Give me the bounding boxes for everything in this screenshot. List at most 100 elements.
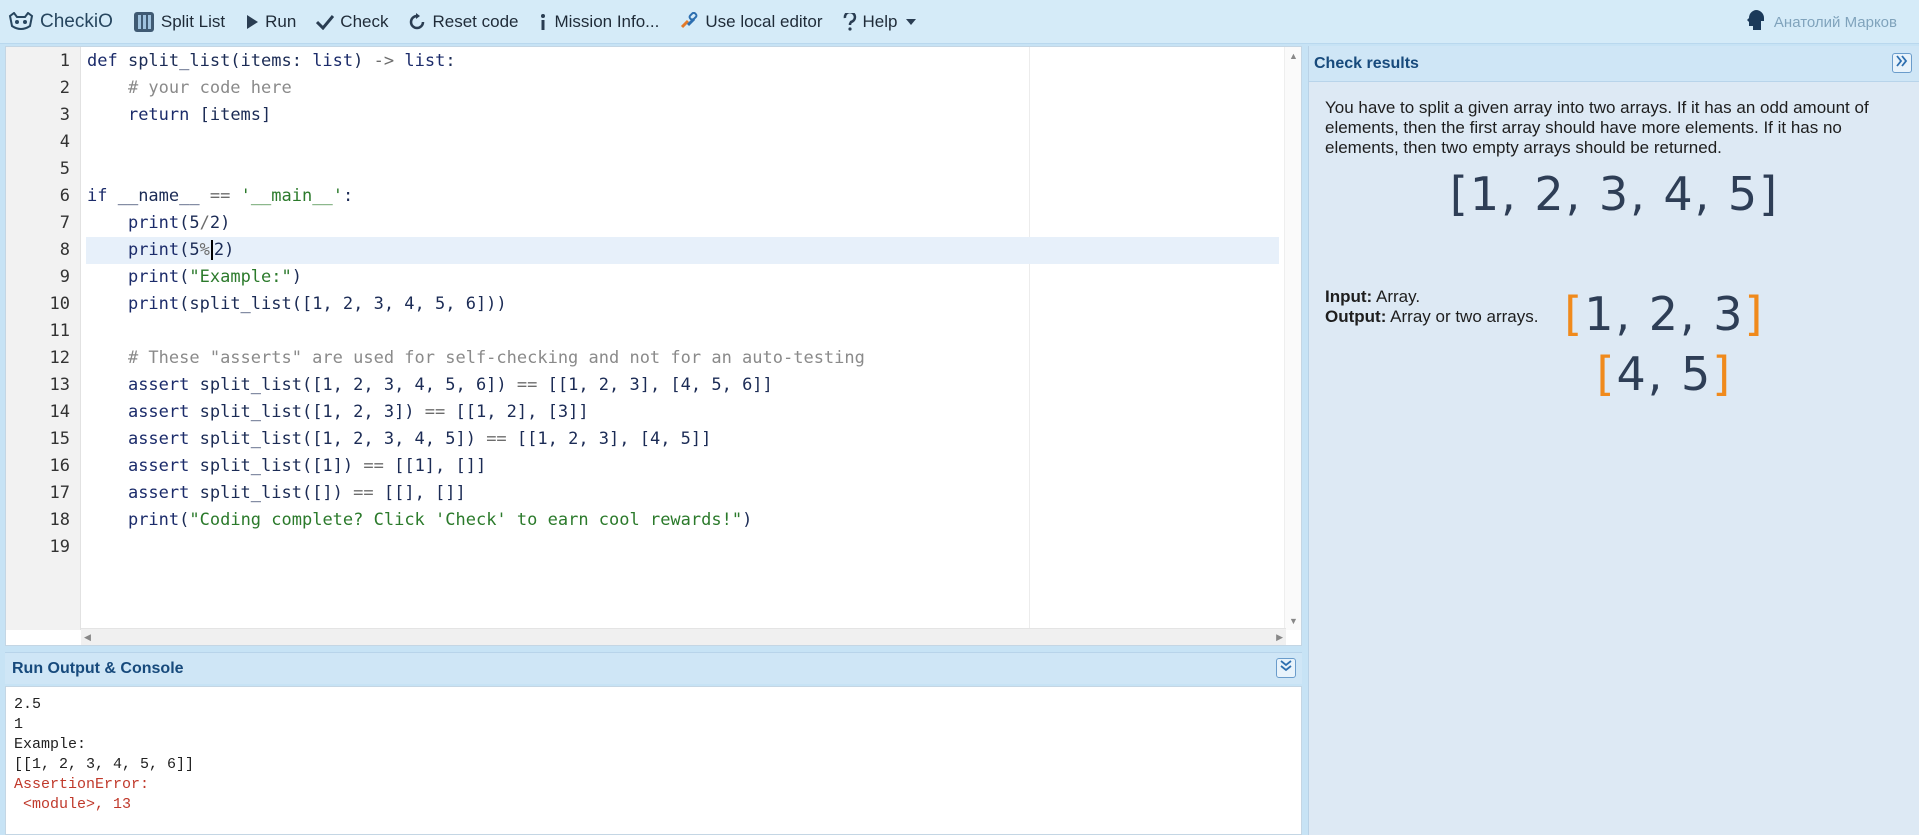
code-text[interactable]: print(split_list([1, 2, 3, 4, 5, 6])) xyxy=(86,291,1279,318)
console-collapse-button[interactable] xyxy=(1276,658,1296,678)
code-line[interactable]: 17 assert split_list([]) == [[], []] xyxy=(6,480,1286,507)
code-text[interactable]: assert split_list([1]) == [[1], []] xyxy=(86,453,1279,480)
checkmark-icon xyxy=(316,14,335,30)
console-error-line: AssertionError: xyxy=(14,776,150,793)
line-number: 12 xyxy=(49,348,70,368)
console-output[interactable]: 2.5 1 Example: [[1, 2, 3, 4, 5, 6]] Assertio… xyxy=(5,686,1302,835)
split-list-button[interactable]: Split List xyxy=(123,0,235,44)
code-line[interactable]: 3 return [items] xyxy=(6,102,1286,129)
console-title: Run Output & Console xyxy=(12,659,184,677)
line-number: 8 xyxy=(59,240,70,260)
code-line[interactable]: 16 assert split_list([1]) == [[1], []] xyxy=(6,453,1286,480)
line-number: 10 xyxy=(49,294,70,314)
reset-code-button[interactable]: Reset code xyxy=(398,0,528,44)
checkio-cat-icon xyxy=(8,11,34,32)
line-number: 9 xyxy=(59,267,70,287)
console-line: Example: xyxy=(14,736,87,753)
code-text[interactable]: assert split_list([1, 2, 3, 4, 5]) == [[… xyxy=(86,426,1279,453)
run-button[interactable]: Run xyxy=(235,0,306,44)
code-line[interactable]: 2 # your code here xyxy=(6,75,1286,102)
use-local-editor-label: Use local editor xyxy=(705,11,823,31)
code-text[interactable]: assert split_list([]) == [[], []] xyxy=(86,480,1279,507)
use-local-editor-button[interactable]: Use local editor xyxy=(669,0,832,44)
line-number: 15 xyxy=(49,429,70,449)
run-label: Run xyxy=(265,11,297,31)
array-left: [1, 2, 3] xyxy=(1564,287,1765,341)
output-label: Output: xyxy=(1325,307,1387,326)
code-lines[interactable]: 1 def split_list(items: list) -> list: 2 #… xyxy=(6,48,1286,561)
code-text[interactable]: if __name__ == '__main__': xyxy=(86,183,1279,210)
check-results-header: Check results xyxy=(1309,46,1919,82)
checkio-logo[interactable]: CheckiO xyxy=(0,0,123,44)
code-line[interactable]: 4 xyxy=(6,129,1286,156)
code-text[interactable]: print(5/2) xyxy=(86,210,1279,237)
code-line[interactable]: 10 print(split_list([1, 2, 3, 4, 5, 6])) xyxy=(6,291,1286,318)
code-line[interactable]: 14 assert split_list([1, 2, 3]) == [[1, … xyxy=(6,399,1286,426)
double-chevron-right-icon xyxy=(1896,54,1908,72)
help-menu[interactable]: Help xyxy=(833,0,926,44)
line-number: 3 xyxy=(59,105,70,125)
code-text[interactable]: def split_list(items: list) -> list: xyxy=(86,48,1279,75)
double-chevron-down-icon xyxy=(1280,659,1292,677)
code-editor[interactable]: 1 def split_list(items: list) -> list: 2 #… xyxy=(5,46,1302,646)
line-number: 13 xyxy=(49,375,70,395)
code-text[interactable]: print(5% 2) xyxy=(86,237,1279,264)
check-button[interactable]: Check xyxy=(306,0,398,44)
line-number: 16 xyxy=(49,456,70,476)
code-text[interactable]: print("Example:") xyxy=(86,264,1279,291)
input-output-spec: Input: Array. Output: Array or two array… xyxy=(1325,287,1538,327)
console-line: [[1, 2, 3, 4, 5, 6]] xyxy=(14,756,195,773)
code-line[interactable]: 6 if __name__ == '__main__': xyxy=(6,183,1286,210)
output-spec: Output: Array or two arrays. xyxy=(1325,307,1538,327)
play-icon xyxy=(245,14,259,30)
code-text[interactable]: return [items] xyxy=(86,102,1279,129)
split-list-label: Split List xyxy=(160,11,226,31)
code-line[interactable]: 12 # These "asserts" are used for self-c… xyxy=(6,345,1286,372)
scroll-down-icon[interactable]: ▼ xyxy=(1289,616,1298,626)
input-value: Array. xyxy=(1376,287,1421,306)
check-label: Check xyxy=(340,11,389,31)
line-number: 7 xyxy=(59,213,70,233)
check-results-title: Check results xyxy=(1314,54,1419,72)
scroll-right-icon[interactable]: ▶ xyxy=(1276,632,1283,643)
line-number: 17 xyxy=(49,483,70,503)
check-results-panel: Check results You have to split a given … xyxy=(1308,46,1919,835)
question-icon xyxy=(843,12,857,31)
code-text[interactable]: # your code here xyxy=(86,75,1279,102)
array-split-row: [1, 2, 3] [4, 5] xyxy=(1309,224,1919,401)
logo-text: CheckiO xyxy=(40,10,113,32)
input-spec: Input: Array. xyxy=(1325,287,1538,307)
horizontal-scrollbar[interactable]: ◀ ▶ xyxy=(81,628,1286,645)
code-line[interactable]: 5 xyxy=(6,156,1286,183)
code-line[interactable]: 7 print(5/2) xyxy=(6,210,1286,237)
user-head-icon xyxy=(1746,9,1766,35)
code-line[interactable]: 18 print("Coding complete? Click 'Check'… xyxy=(6,507,1286,534)
code-line[interactable]: 15 assert split_list([1, 2, 3, 4, 5]) ==… xyxy=(6,426,1286,453)
code-line[interactable]: 13 assert split_list([1, 2, 3, 4, 5, 6])… xyxy=(6,372,1286,399)
code-text[interactable]: # These "asserts" are used for self-chec… xyxy=(86,345,1279,372)
user-menu[interactable]: Анатолий Марков xyxy=(1746,0,1897,44)
scroll-left-icon[interactable]: ◀ xyxy=(84,632,91,643)
code-text[interactable]: assert split_list([1, 2, 3]) == [[1, 2],… xyxy=(86,399,1279,426)
line-number: 5 xyxy=(59,159,70,179)
code-line[interactable]: 9 print("Example:") xyxy=(6,264,1286,291)
scroll-up-icon[interactable]: ▲ xyxy=(1289,51,1298,61)
info-icon xyxy=(538,13,548,31)
mission-info-button[interactable]: Mission Info... xyxy=(528,0,669,44)
console-line: 2.5 xyxy=(14,696,42,713)
input-label: Input: xyxy=(1325,287,1373,306)
user-name: Анатолий Марков xyxy=(1773,13,1897,31)
vertical-scrollbar[interactable]: ▲ ▼ xyxy=(1284,47,1301,630)
code-text[interactable]: print("Coding complete? Click 'Check' to… xyxy=(86,507,1279,534)
code-line[interactable]: 1 def split_list(items: list) -> list: xyxy=(6,48,1286,75)
caret-down-icon xyxy=(905,18,916,25)
text-cursor xyxy=(210,240,213,260)
code-line[interactable]: 8 print(5% 2) xyxy=(6,237,1286,264)
console-header: Run Output & Console xyxy=(5,652,1302,684)
array-right: [4, 5] xyxy=(1596,347,1733,401)
panel-collapse-button[interactable] xyxy=(1892,53,1912,73)
code-line[interactable]: 19 xyxy=(6,534,1286,561)
code-line[interactable]: 11 xyxy=(6,318,1286,345)
code-text[interactable]: assert split_list([1, 2, 3, 4, 5, 6]) ==… xyxy=(86,372,1279,399)
output-value: Array or two arrays. xyxy=(1390,307,1539,326)
